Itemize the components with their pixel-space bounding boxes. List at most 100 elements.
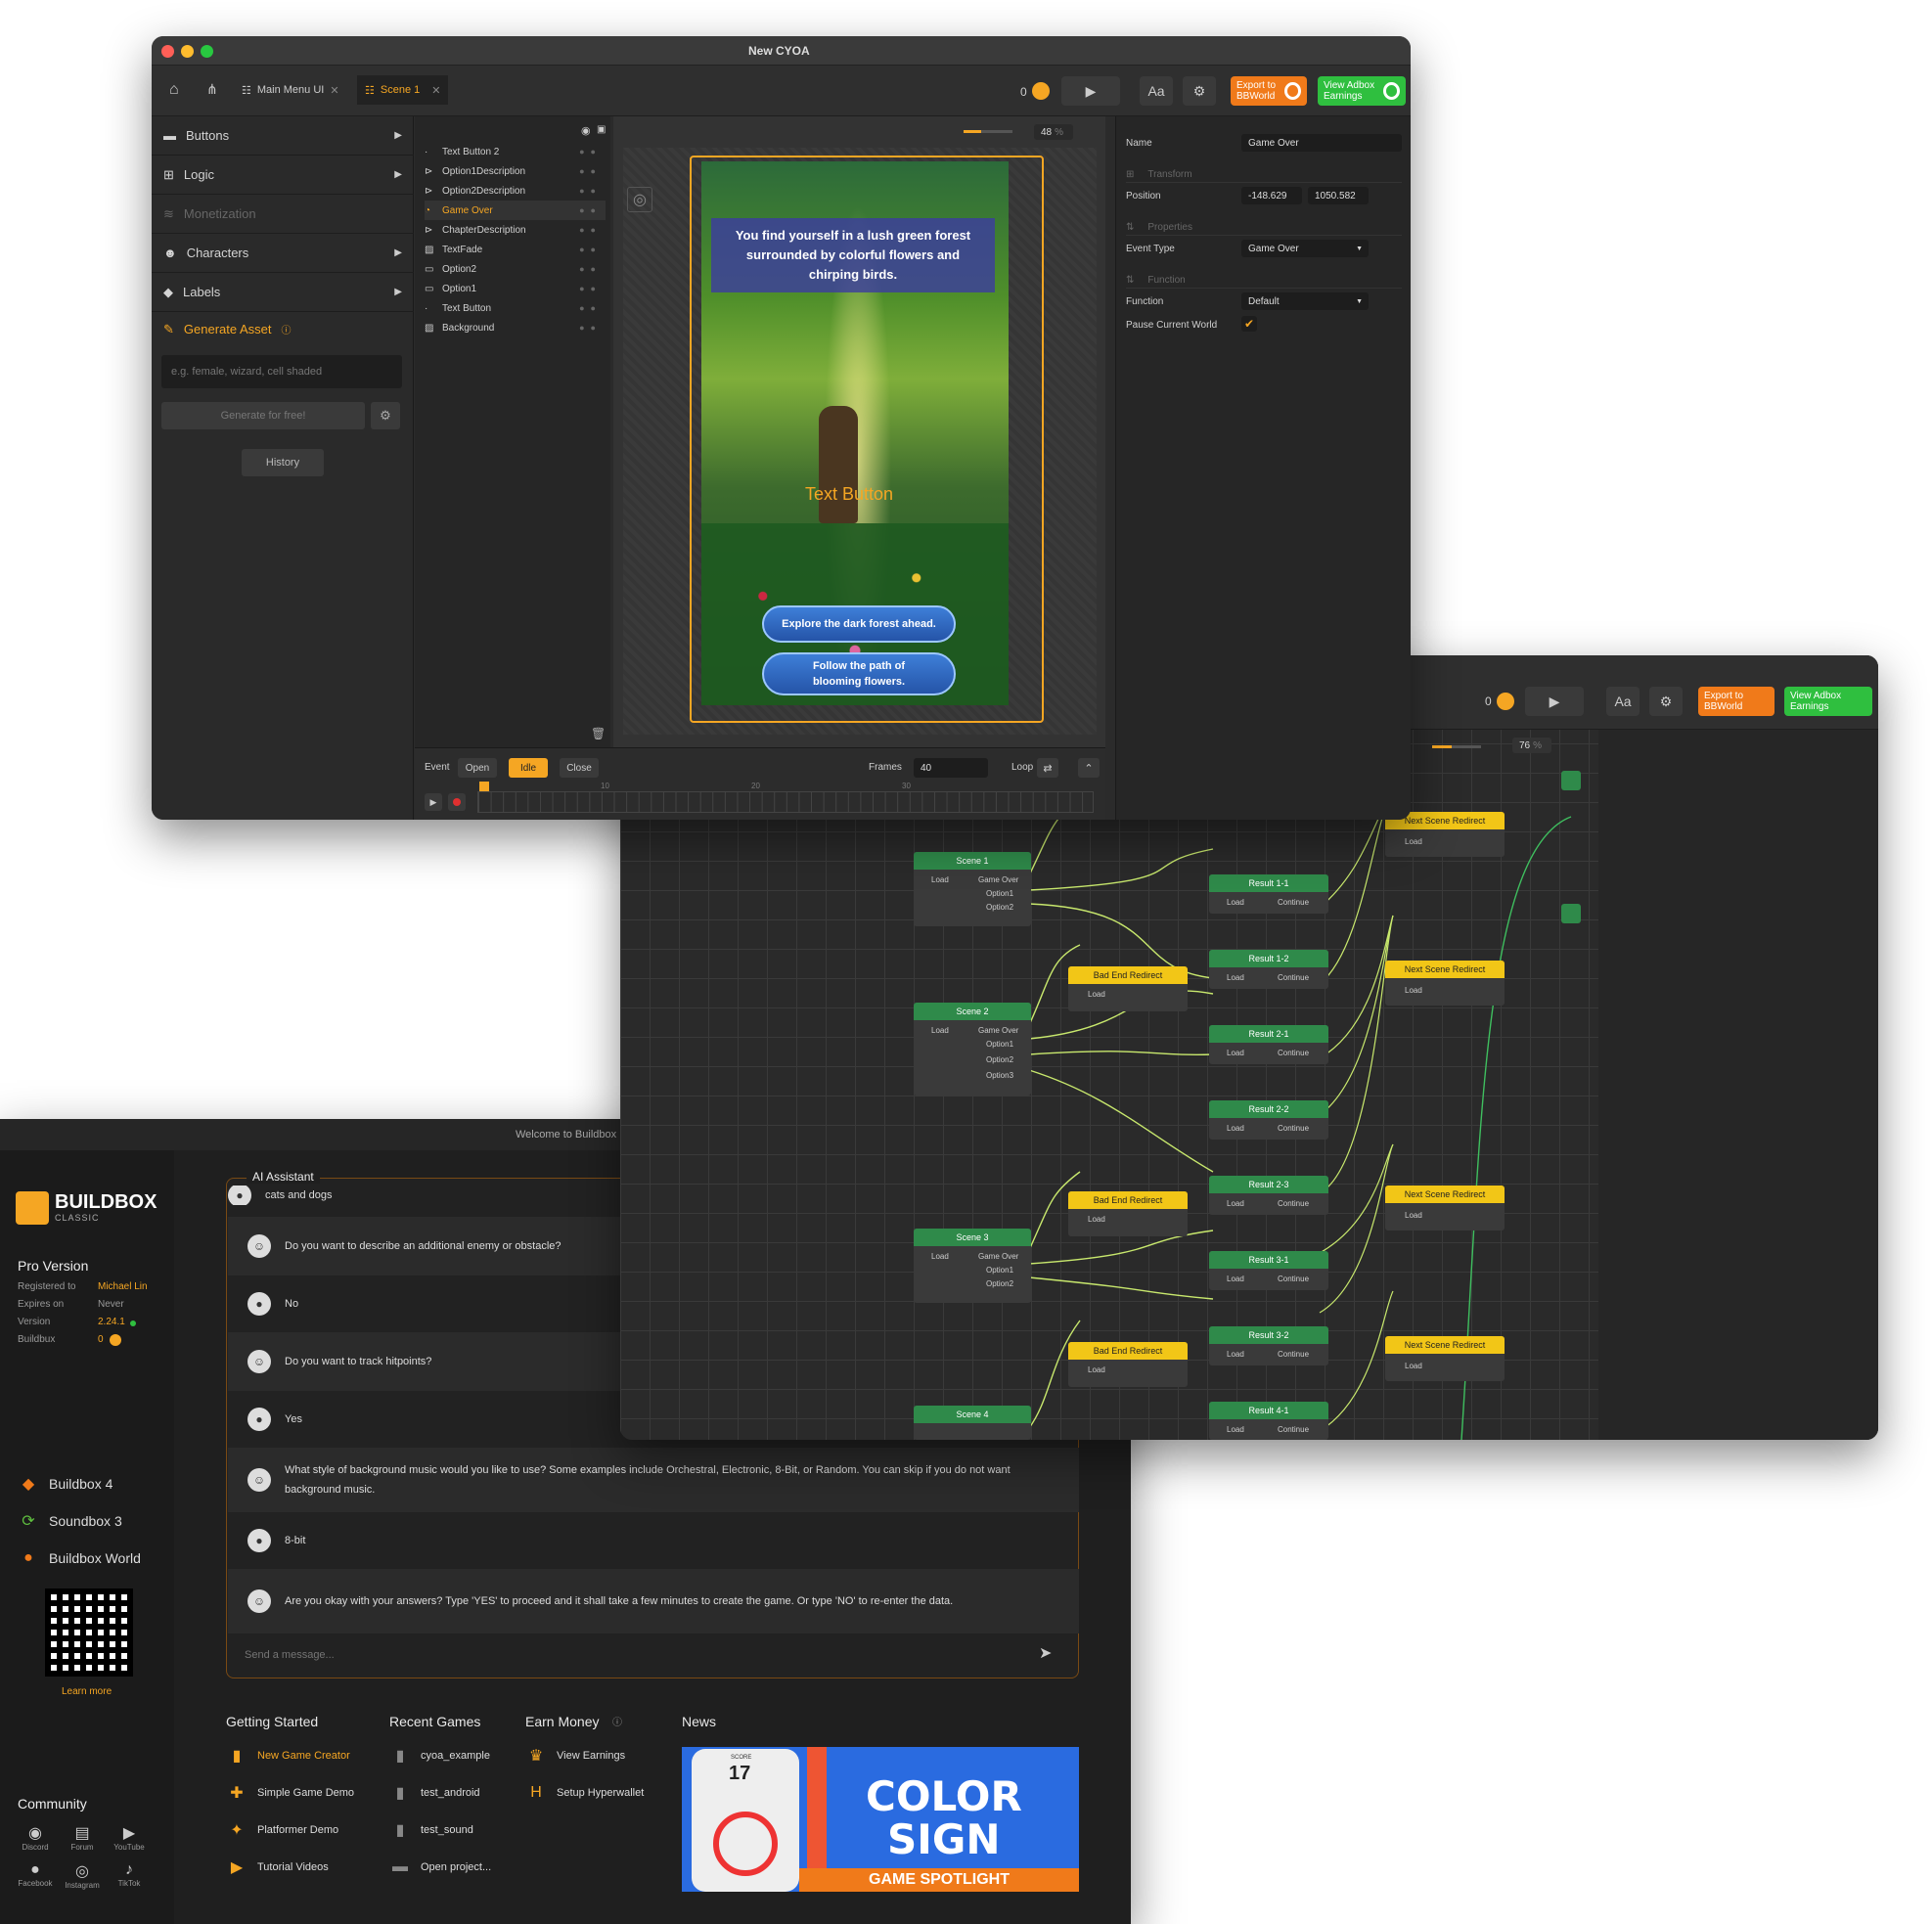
product-soundbox3[interactable]: ⟳ Soundbox 3 xyxy=(18,1510,121,1532)
scene-node[interactable]: Scene 3 Load Game Over Option1 Option2 xyxy=(914,1229,1031,1303)
camera-icon[interactable]: ◎ xyxy=(627,187,652,212)
layer-item[interactable]: ▭ Option2 ●● xyxy=(425,259,606,279)
play-button[interactable]: ▶ xyxy=(1061,76,1120,106)
layer-item[interactable]: ⊳ ChapterDescription ●● xyxy=(425,220,606,240)
product-buildbox4[interactable]: ◆ Buildbox 4 xyxy=(18,1473,113,1495)
generate-button[interactable]: Generate for free! xyxy=(161,402,365,429)
view-earnings-link[interactable]: ♛ View Earnings xyxy=(525,1745,625,1767)
forum-link[interactable]: ▤ Forum xyxy=(59,1823,106,1852)
zoom-slider[interactable] xyxy=(964,130,1012,133)
layer-item[interactable]: · Text Button 2 ●● xyxy=(425,142,606,161)
layer-item-selected[interactable]: ◔ Game Over ●● xyxy=(425,201,606,220)
result-node[interactable]: Result 3-1 Load Continue xyxy=(1209,1251,1328,1290)
loop-toggle[interactable]: ⇄ xyxy=(1037,758,1058,778)
result-node[interactable]: Result 4-1 Load Continue xyxy=(1209,1402,1328,1440)
function-select[interactable]: Default ▼ xyxy=(1241,292,1369,310)
tab-scene-1[interactable]: ☷ Scene 1 ✕ xyxy=(357,75,449,105)
bad-end-node[interactable]: Bad End RedirectLoad xyxy=(1068,1191,1188,1236)
tab-main-menu-ui[interactable]: ☷ Main Menu UI ✕ xyxy=(234,75,347,105)
idle-event-button[interactable]: Idle xyxy=(509,758,548,778)
playhead[interactable] xyxy=(479,782,489,791)
visibility-icon[interactable]: ◉ xyxy=(581,124,591,137)
frames-field[interactable]: 40 xyxy=(914,758,988,778)
facebook-link[interactable]: ● Facebook xyxy=(12,1861,59,1890)
position-x-field[interactable]: -148.629 xyxy=(1241,187,1302,204)
learn-more-link[interactable]: Learn more xyxy=(62,1686,112,1697)
menu-monetization[interactable]: ≋ Monetization xyxy=(152,195,414,234)
menu-labels[interactable]: ◆ Labels ▶ xyxy=(152,273,414,312)
recent-game-item[interactable]: ▮ test_android xyxy=(389,1782,480,1804)
simple-game-demo-link[interactable]: ✚ Simple Game Demo xyxy=(226,1782,354,1804)
history-button[interactable]: History xyxy=(242,449,324,476)
layer-item[interactable]: ▨ TextFade ●● xyxy=(425,240,606,259)
recent-game-item[interactable]: ▮ cyoa_example xyxy=(389,1745,490,1767)
position-y-field[interactable]: 1050.582 xyxy=(1308,187,1369,204)
result-node[interactable]: Result 2-2 Load Continue xyxy=(1209,1100,1328,1140)
info-icon[interactable]: ⓘ xyxy=(612,1714,622,1728)
open-event-button[interactable]: Open xyxy=(458,758,497,778)
generate-settings-button[interactable]: ⚙ xyxy=(371,402,400,429)
view-adbox-button[interactable]: View Adbox Earnings xyxy=(1318,76,1406,106)
minimize-window-button[interactable] xyxy=(181,45,194,58)
layer-item[interactable]: ▨ Background ●● xyxy=(425,318,606,337)
asset-prompt-input[interactable] xyxy=(161,355,402,388)
trash-icon[interactable]: 🗑 xyxy=(591,727,606,740)
next-scene-node[interactable]: Next Scene Redirect Load xyxy=(1385,1336,1505,1381)
timeline-play-button[interactable]: ▶ xyxy=(425,793,442,811)
close-window-button[interactable] xyxy=(161,45,174,58)
menu-buttons[interactable]: ▬ Buttons ▶ xyxy=(152,116,414,156)
scene-canvas[interactable]: 48% ◎ You find yourself in a lush green … xyxy=(613,116,1105,747)
discord-link[interactable]: ◉ Discord xyxy=(12,1823,59,1852)
scene-node[interactable]: Scene 4 xyxy=(914,1406,1031,1440)
result-node[interactable]: Result 2-1 Load Continue xyxy=(1209,1025,1328,1064)
result-node[interactable]: Result 1-1 Load Continue xyxy=(1209,874,1328,914)
scene-node[interactable]: Scene 2 Load Game Over Option1 Option2 O… xyxy=(914,1003,1031,1096)
open-project-link[interactable]: ▬ Open project... xyxy=(389,1857,491,1878)
choice-button-2[interactable]: Follow the path of blooming flowers. xyxy=(762,652,956,695)
tutorial-videos-link[interactable]: ▶ Tutorial Videos xyxy=(226,1857,329,1878)
menu-characters[interactable]: ☻ Characters ▶ xyxy=(152,234,414,273)
text-button-placeholder[interactable]: Text Button xyxy=(805,484,893,505)
export-bbworld-button[interactable]: Export to BBWorld xyxy=(1231,76,1307,106)
layer-item[interactable]: ⊳ Option1Description ●● xyxy=(425,161,606,181)
partial-node[interactable] xyxy=(1561,904,1581,923)
next-scene-node[interactable]: Next Scene Redirect Load xyxy=(1385,1186,1505,1230)
product-buildbox-world[interactable]: ● Buildbox World xyxy=(18,1547,141,1569)
recent-game-item[interactable]: ▮ test_sound xyxy=(389,1819,473,1841)
send-icon[interactable]: ➤ xyxy=(1039,1643,1052,1663)
pause-checkbox[interactable]: ✔ xyxy=(1241,316,1257,332)
bad-end-node[interactable]: Bad End RedirectLoad xyxy=(1068,966,1188,1011)
name-field[interactable]: Game Over xyxy=(1241,134,1402,152)
partial-node[interactable] xyxy=(1561,771,1581,790)
layer-item[interactable]: ⊳ Option2Description ●● xyxy=(425,181,606,201)
collapse-timeline-button[interactable]: ⌃ xyxy=(1078,758,1100,778)
font-button[interactable]: Aa xyxy=(1140,76,1173,106)
result-node[interactable]: Result 2-3 Load Continue xyxy=(1209,1176,1328,1215)
result-node[interactable]: Result 3-2 Load Continue xyxy=(1209,1326,1328,1365)
bad-end-node[interactable]: Bad End RedirectLoad xyxy=(1068,1342,1188,1387)
platformer-demo-link[interactable]: ✦ Platformer Demo xyxy=(226,1819,338,1841)
result-node[interactable]: Result 1-2 Load Continue xyxy=(1209,950,1328,989)
record-button[interactable] xyxy=(448,793,466,811)
news-banner[interactable]: SCORE 17 COLOR SIGN GAME SPOTLIGHT xyxy=(682,1747,1079,1892)
next-scene-node[interactable]: Next Scene Redirect Load xyxy=(1385,961,1505,1006)
close-event-button[interactable]: Close xyxy=(560,758,599,778)
event-type-select[interactable]: Game Over ▼ xyxy=(1241,240,1369,257)
maximize-window-button[interactable] xyxy=(201,45,213,58)
setup-hyperwallet-link[interactable]: H Setup Hyperwallet xyxy=(525,1782,644,1804)
tiktok-link[interactable]: ♪ TikTok xyxy=(106,1861,153,1890)
instagram-link[interactable]: ◎ Instagram xyxy=(59,1861,106,1890)
settings-button[interactable]: ⚙ xyxy=(1183,76,1216,106)
message-input[interactable] xyxy=(245,1645,1017,1665)
new-game-creator-link[interactable]: ▮ New Game Creator xyxy=(226,1745,350,1767)
layer-item[interactable]: ▭ Option1 ●● xyxy=(425,279,606,298)
youtube-link[interactable]: ▶ YouTube xyxy=(106,1823,153,1852)
hierarchy-icon[interactable]: ⋔ xyxy=(206,81,218,98)
menu-logic[interactable]: ⊞ Logic ▶ xyxy=(152,156,414,195)
layer-item[interactable]: · Text Button ●● xyxy=(425,298,606,318)
zoom-field[interactable]: 48% xyxy=(1034,124,1073,140)
frame-track[interactable] xyxy=(477,791,1094,813)
choice-button-1[interactable]: Explore the dark forest ahead. xyxy=(762,605,956,643)
scene-node[interactable]: Scene 1 Load Game Over Option1 Option2 xyxy=(914,852,1031,926)
lock-icon[interactable]: ▣ xyxy=(597,124,606,135)
